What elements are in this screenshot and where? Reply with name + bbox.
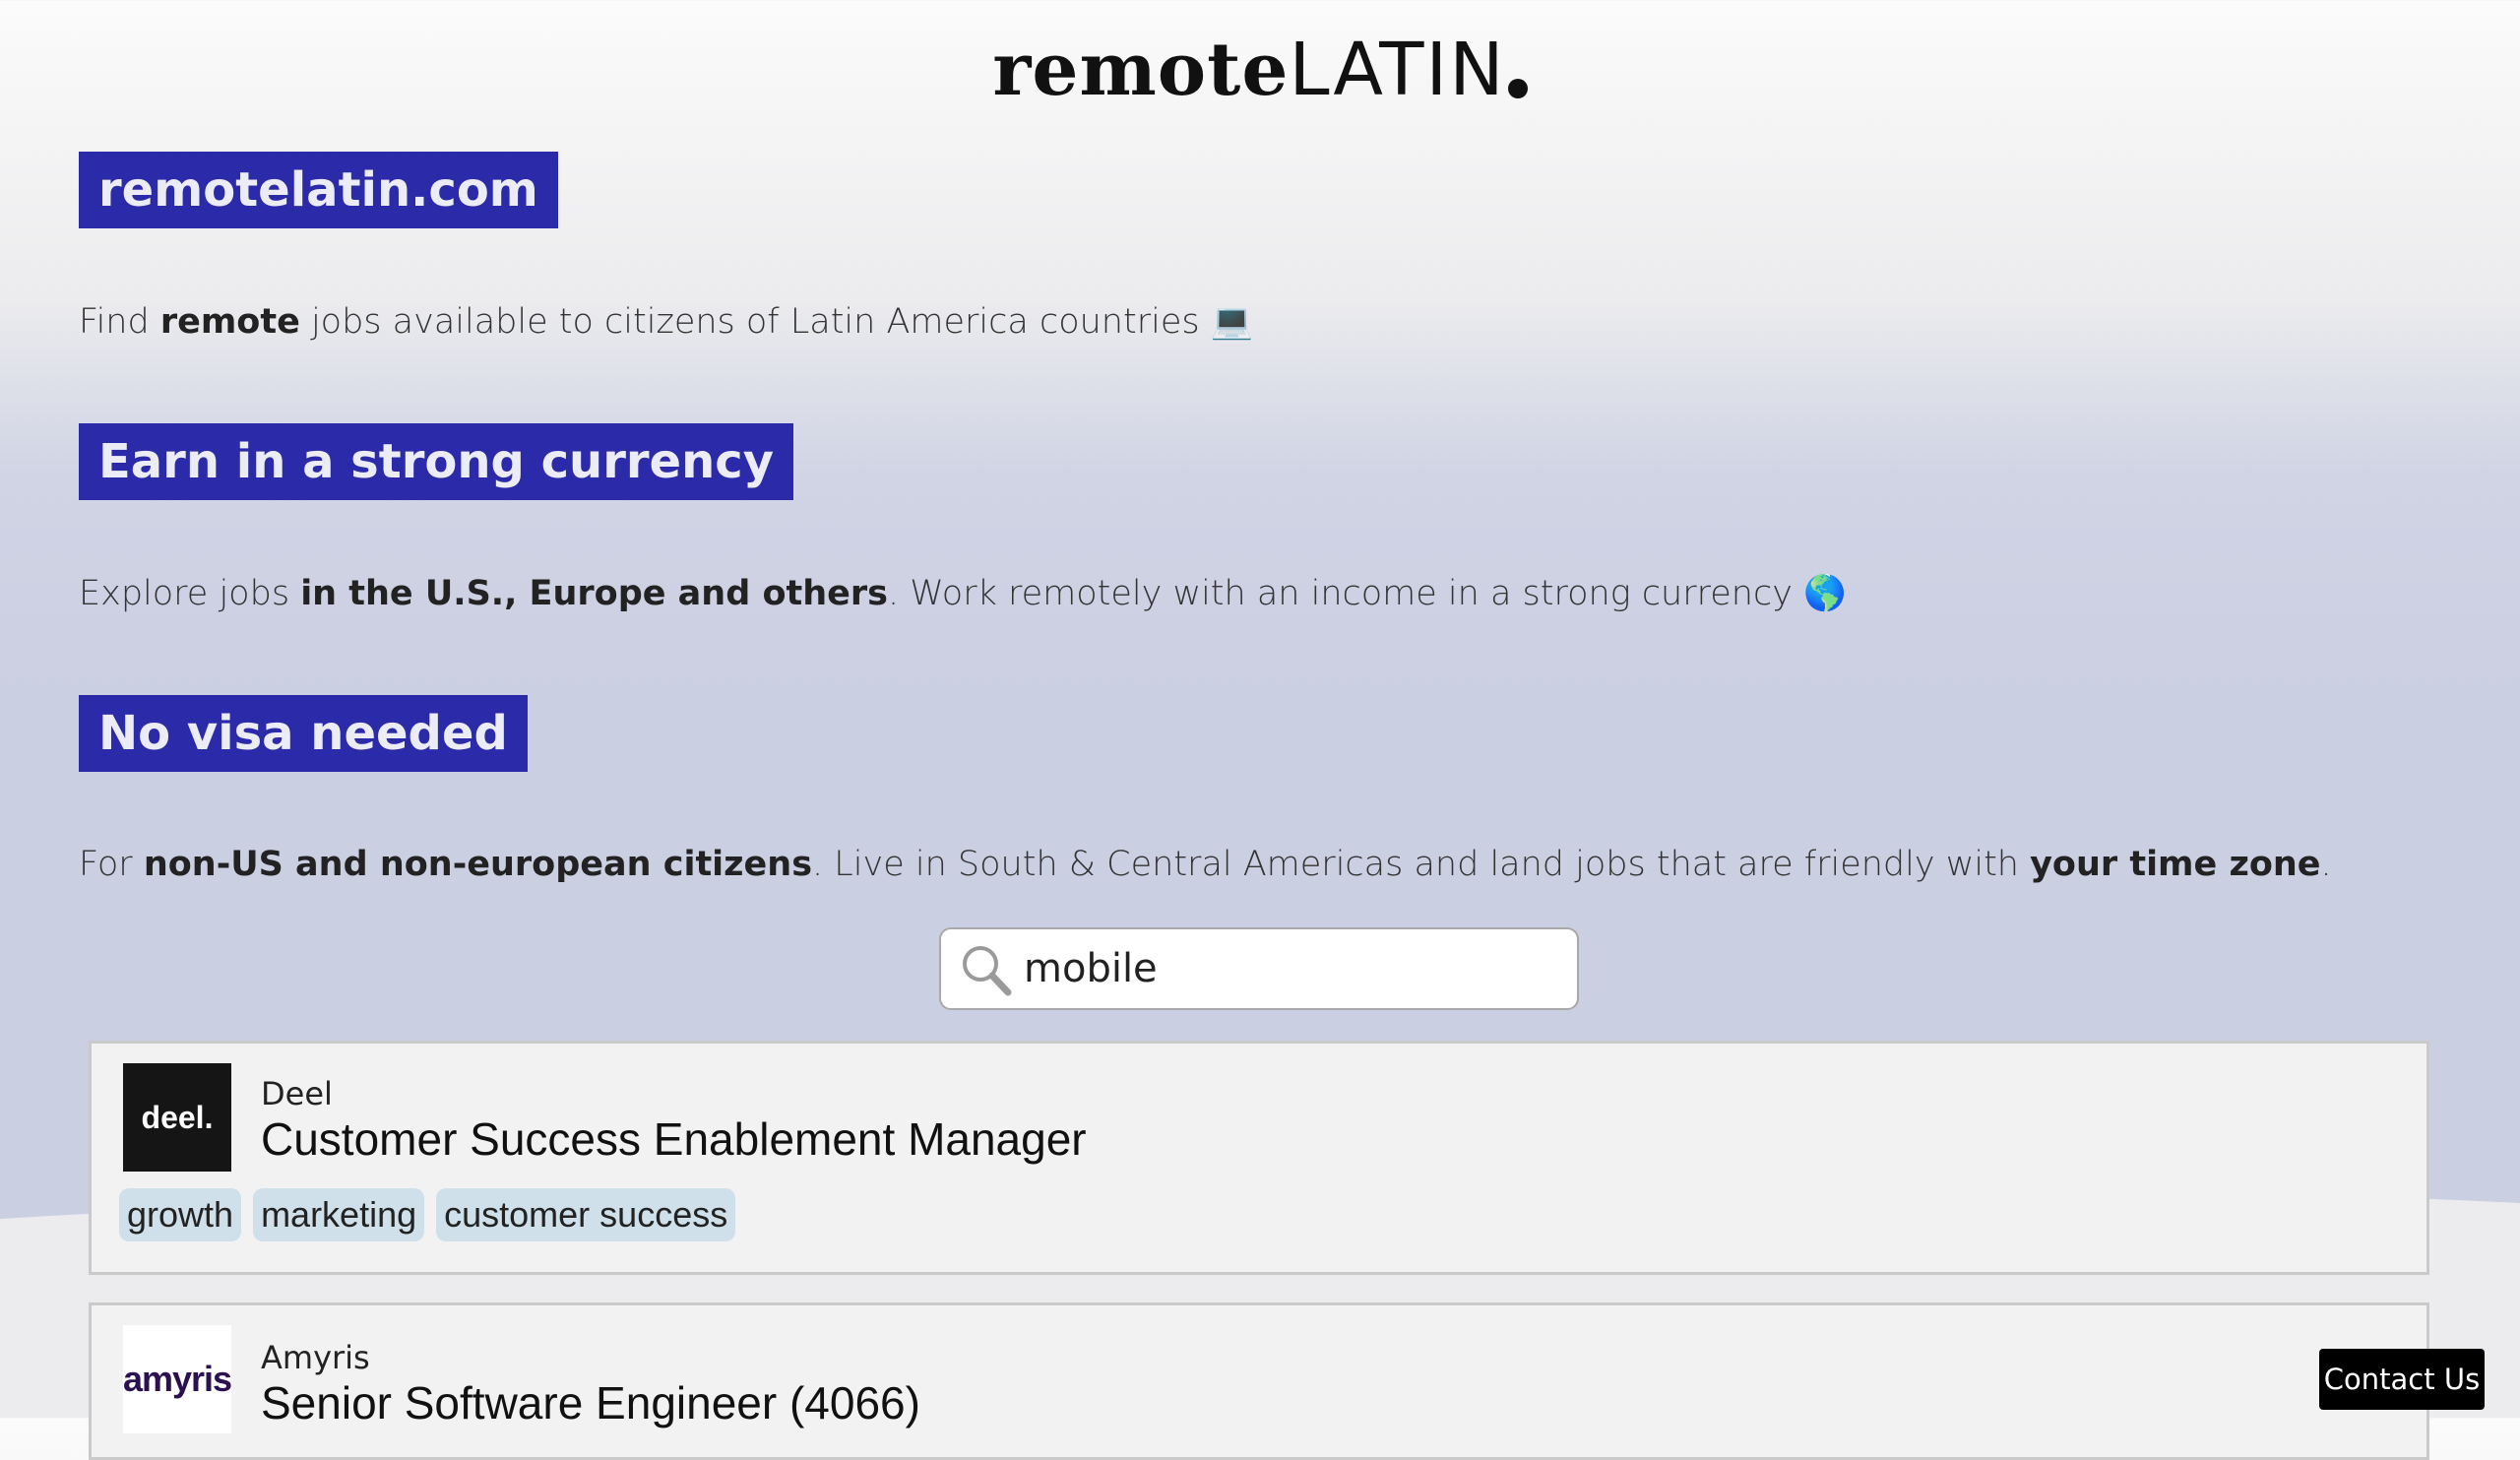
job-card[interactable]: deel. Deel Customer Success Enablement M… <box>89 1041 2429 1275</box>
tag-growth[interactable]: growth <box>119 1188 242 1241</box>
section-text-currency: Explore jobs in the U.S., Europe and oth… <box>79 574 1847 613</box>
company-name: Deel <box>261 1075 333 1112</box>
site-logo[interactable]: remoteLATIN <box>0 28 2520 112</box>
job-title[interactable]: Senior Software Engineer (4066) <box>261 1376 920 1429</box>
company-name: Amyris <box>261 1339 370 1376</box>
search-icon <box>963 946 1012 996</box>
company-logo-deel: deel. <box>123 1063 231 1172</box>
search-input[interactable] <box>1024 939 1555 998</box>
contact-us-button[interactable]: Contact Us <box>2319 1349 2485 1410</box>
job-title[interactable]: Customer Success Enablement Manager <box>261 1112 1087 1166</box>
logo-secondary: LATIN <box>1289 28 1506 112</box>
section-heading-visa: No visa needed <box>79 695 528 772</box>
search-box[interactable] <box>939 927 1579 1010</box>
tag-customer-success[interactable]: customer success <box>436 1188 736 1241</box>
section-heading-site: remotelatin.com <box>79 152 558 228</box>
section-text-remote: Find remote jobs available to citizens o… <box>79 302 1254 342</box>
tag-list: growth marketing customer success <box>119 1188 736 1241</box>
tag-marketing[interactable]: marketing <box>253 1188 425 1241</box>
section-heading-currency: Earn in a strong currency <box>79 423 794 500</box>
logo-dot <box>1507 79 1528 98</box>
logo-primary: remote <box>992 28 1290 112</box>
section-text-visa: For non-US and non-european citizens. Li… <box>79 845 2332 884</box>
job-card[interactable]: amyris Amyris Senior Software Engineer (… <box>89 1302 2429 1460</box>
